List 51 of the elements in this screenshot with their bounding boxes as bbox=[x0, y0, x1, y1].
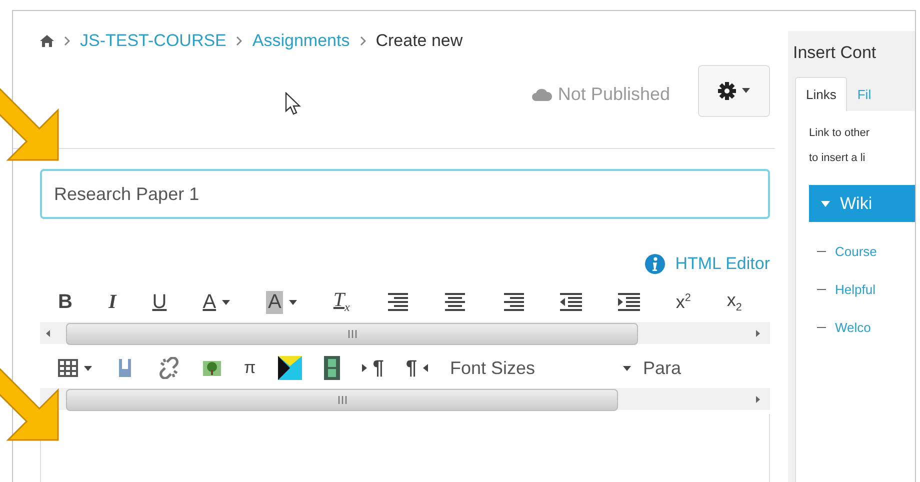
clear-format-button[interactable]: T$_{x}$ bbox=[333, 289, 350, 315]
panel-description: to insert a li bbox=[809, 151, 866, 166]
panel-tab[interactable]: Links bbox=[795, 77, 848, 111]
home-icon[interactable] bbox=[40, 35, 54, 47]
outdent-icon[interactable] bbox=[560, 293, 582, 311]
right-arrow-icon[interactable] bbox=[756, 330, 760, 337]
panel-title: Insert Cont bbox=[792, 42, 878, 64]
settings-button[interactable] bbox=[698, 64, 770, 116]
cloud-icon bbox=[532, 88, 552, 101]
format-select[interactable]: Para bbox=[643, 358, 682, 378]
settings-icon bbox=[718, 82, 736, 100]
rtl-button[interactable]: ¶ bbox=[406, 356, 428, 380]
triangle-icon bbox=[422, 364, 428, 372]
script-button[interactable]: x$_{2}$ bbox=[726, 290, 742, 314]
image-icon[interactable] bbox=[202, 358, 222, 378]
breadcrumb-current: Create new bbox=[376, 31, 463, 51]
triangle-icon bbox=[362, 364, 367, 372]
italic-button[interactable]: I bbox=[108, 290, 116, 314]
cursor-icon bbox=[285, 92, 301, 116]
align-center-icon[interactable] bbox=[444, 293, 466, 311]
media-icon[interactable] bbox=[278, 356, 302, 380]
chevron-icon bbox=[64, 36, 70, 46]
scrollbar[interactable] bbox=[40, 322, 770, 344]
text-color-button[interactable]: A bbox=[202, 290, 230, 314]
format-select[interactable]: Font Sizes bbox=[450, 358, 632, 378]
title-field[interactable]: Research Paper 1 bbox=[40, 169, 770, 219]
align-right-icon[interactable] bbox=[502, 293, 524, 311]
ltr-button[interactable]: ¶ bbox=[362, 356, 384, 380]
broken-link-icon[interactable] bbox=[158, 357, 180, 379]
caret-icon bbox=[742, 88, 750, 93]
scrollbar-thumb[interactable] bbox=[66, 323, 638, 345]
film-icon[interactable] bbox=[324, 356, 340, 380]
scrollbar-thumb[interactable] bbox=[66, 389, 618, 411]
bold-button[interactable]: B bbox=[58, 290, 72, 314]
chevron-icon bbox=[360, 36, 366, 46]
publish-status: Not Published bbox=[558, 84, 670, 105]
triangle-icon bbox=[821, 200, 830, 206]
right-arrow-icon[interactable] bbox=[756, 396, 760, 403]
indent-icon[interactable] bbox=[618, 293, 640, 311]
grip-icon bbox=[338, 396, 346, 404]
underline-button[interactable]: U bbox=[152, 290, 167, 314]
chevron-icon bbox=[236, 36, 242, 46]
scrollbar[interactable] bbox=[40, 388, 770, 410]
align-left-icon[interactable] bbox=[386, 293, 408, 311]
table-button[interactable] bbox=[58, 359, 92, 377]
left-arrow-icon[interactable] bbox=[46, 330, 50, 337]
info-icon bbox=[645, 254, 666, 274]
symbol-button[interactable]: π bbox=[244, 358, 256, 378]
grip-icon bbox=[348, 330, 356, 338]
script-button[interactable]: x$^{2}$ bbox=[676, 292, 691, 312]
panel-description: Link to other bbox=[809, 126, 871, 141]
